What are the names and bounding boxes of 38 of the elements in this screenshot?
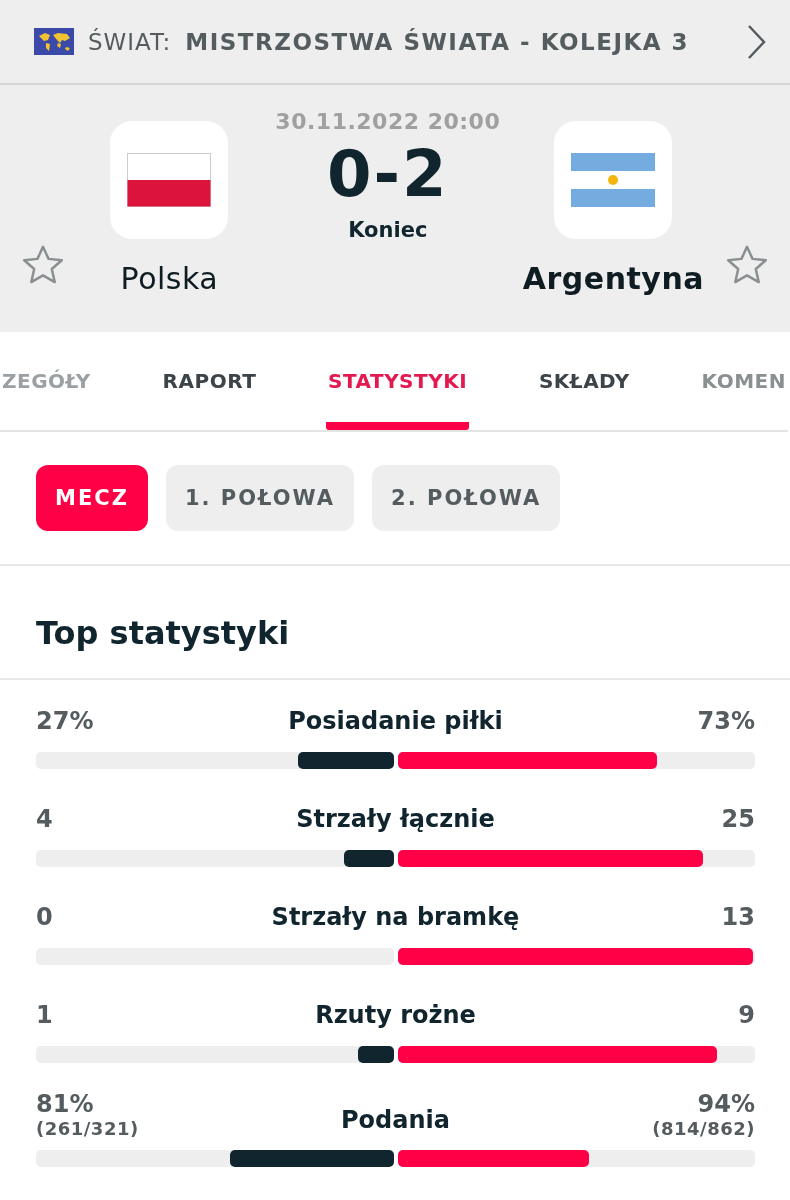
home-detail: (261/321) — [36, 1118, 139, 1139]
away-detail: (814/862) — [652, 1118, 755, 1139]
stat-name: Rzuty rożne — [315, 1001, 476, 1029]
stat-name: Strzały na bramkę — [271, 903, 520, 931]
chevron-right-icon[interactable] — [746, 23, 766, 60]
tab[interactable]: RAPORT — [160, 332, 259, 430]
home-value: 1 — [36, 1001, 53, 1029]
tab[interactable]: SKŁADY — [536, 332, 632, 430]
match-score: 0-2 — [327, 136, 449, 213]
away-value: 13 — [721, 903, 755, 931]
argentina-flag-icon — [571, 153, 656, 207]
team-logo[interactable] — [554, 121, 673, 239]
home-value: 81% — [36, 1090, 94, 1118]
league-name[interactable]: MISTRZOSTWA ŚWIATA - KOLEJKA 3 — [185, 28, 732, 55]
section-title: Top statystyki — [0, 566, 790, 680]
period-chip[interactable]: MECZ — [36, 465, 148, 531]
match-datetime: 30.11.2022 20:00 — [275, 109, 501, 134]
home-value: 27% — [36, 707, 94, 735]
away-value: 9 — [738, 1001, 755, 1029]
stat-name: Strzały łącznie — [296, 805, 495, 833]
team-name[interactable]: Argentyna — [522, 261, 704, 296]
period-chip[interactable]: 2. POŁOWA — [372, 465, 561, 531]
away-value: 94% — [697, 1090, 755, 1118]
period-chip[interactable]: 1. POŁOWA — [165, 465, 355, 531]
team-name[interactable]: Polska — [120, 261, 219, 296]
world-map-icon — [34, 28, 74, 55]
away-value: 73% — [697, 707, 755, 735]
tab[interactable]: STATYSTYKI — [326, 332, 470, 430]
home-value: 4 — [36, 805, 53, 833]
league-category: ŚWIAT: — [88, 28, 172, 55]
away-value: 25 — [721, 805, 755, 833]
stat-name: Posiadanie piłki — [288, 707, 503, 735]
home-value: 0 — [36, 903, 53, 931]
team-logo[interactable] — [110, 121, 229, 239]
match-status: Koniec — [348, 218, 428, 242]
poland-flag-icon — [127, 153, 212, 207]
stat-name: Podania — [341, 1105, 450, 1134]
tab[interactable]: KOMEN — [699, 332, 788, 430]
